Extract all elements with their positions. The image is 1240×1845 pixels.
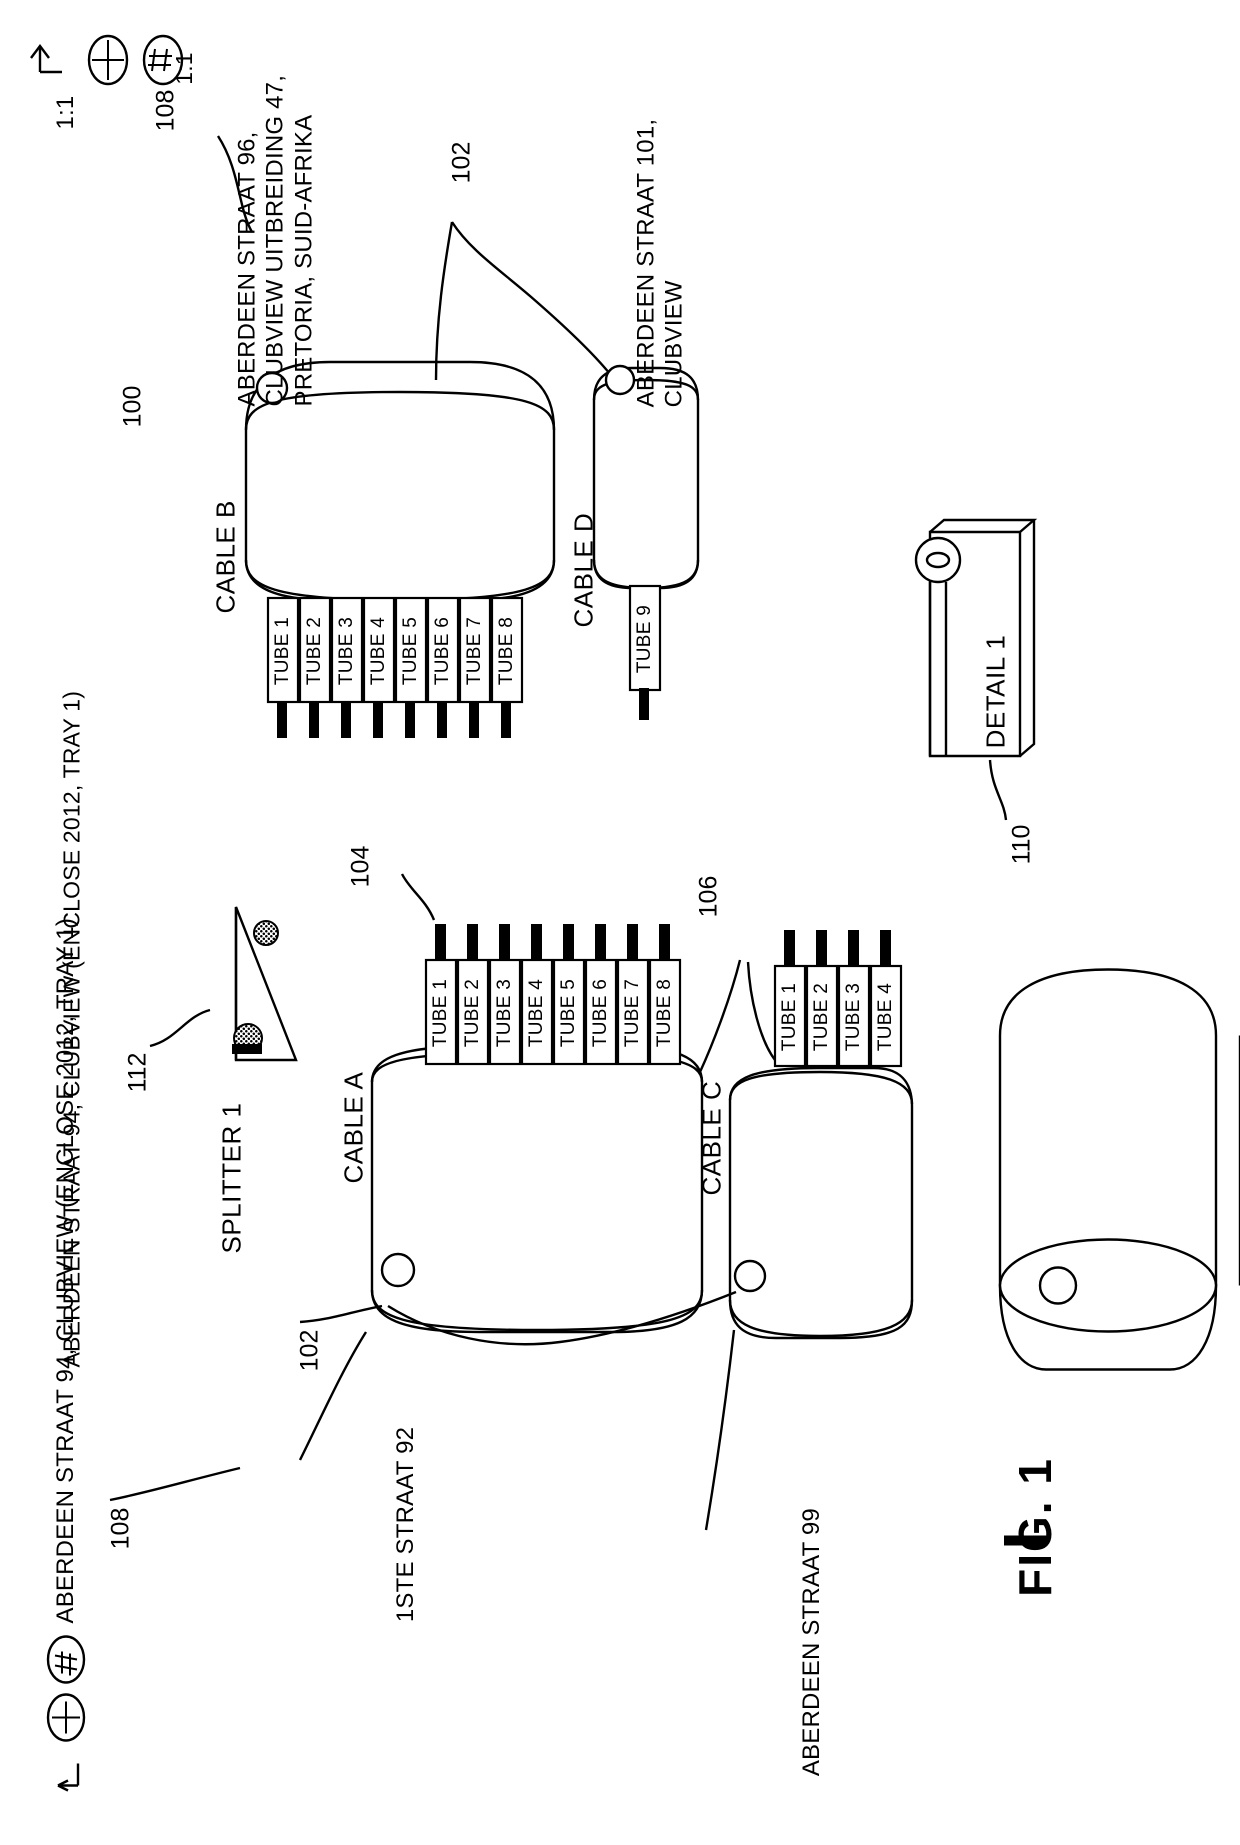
tube-label: TUBE 3 (843, 982, 864, 1052)
icon-cluster (30, 34, 184, 86)
cable-c-drum (728, 1066, 914, 1340)
cable-c-label: CABLE C (696, 1080, 727, 1196)
ref-108-top: 108 (151, 89, 180, 132)
fiber-102-top (434, 221, 454, 381)
tube-label: TUBE 2 (811, 982, 832, 1052)
ref-102-top: 102 (447, 141, 476, 184)
tube-label: TUBE 1 (779, 982, 800, 1052)
leader-106-right (698, 959, 742, 1073)
tube-label: TUBE 4 (875, 982, 896, 1052)
tube-label: TUBE 2 (462, 978, 483, 1048)
ref-106: 106 (694, 875, 723, 918)
ref-112: 112 (123, 1052, 152, 1093)
leader-104 (400, 873, 436, 921)
cable-a-address: 1STE STRAAT 92 (391, 1426, 419, 1623)
cable-c-address: ABERDEEN STRAAT 99 (797, 1508, 825, 1777)
leader-106-left (746, 961, 776, 1061)
leader-aberdeen-99 (704, 1329, 736, 1531)
fiber-102-bottom-leader (299, 1304, 383, 1324)
ref-102-bottom: 102 (295, 1329, 324, 1372)
crosshair-icon (87, 34, 129, 86)
patent-drawing-sheet: ABERDEEN STRAAT 94, CLUBVIEW (ENCLOSE 20… (0, 0, 1240, 1845)
splitter-1-label: SPLITTER 1 (216, 1102, 247, 1254)
detail-1-label: DETAIL 1 (980, 634, 1011, 749)
tube-label: TUBE 3 (494, 978, 515, 1048)
tube-label: TUBE 4 (368, 616, 389, 686)
tube-label: TUBE 5 (558, 978, 579, 1048)
tube-label: TUBE 8 (654, 978, 675, 1048)
tube-label: TUBE 8 (496, 616, 517, 686)
cable-b-label: CABLE B (210, 500, 241, 614)
leader-110 (988, 759, 1008, 821)
fiber-102-bottom (387, 1290, 737, 1346)
tube-label: TUBE 1 (430, 978, 451, 1048)
cable-a-drum (370, 1044, 704, 1334)
ref-100: 100 (118, 385, 147, 428)
tube-label: TUBE 1 (272, 616, 293, 686)
detail-1-box (914, 518, 1038, 758)
cable-d-address: ABERDEEN STRAAT 101, CLUBVIEW (632, 118, 688, 408)
tube-label: TUBE 7 (622, 978, 643, 1048)
ref-108-bottom: 108 (106, 1507, 135, 1550)
scale-label: 1:1 (170, 52, 197, 85)
tube-label: TUBE 2 (304, 616, 325, 686)
leader-112 (149, 1008, 211, 1048)
cable-d-label: CABLE D (568, 512, 599, 628)
north-arrow-icon (30, 44, 62, 74)
tube-label: TUBE 5 (400, 616, 421, 686)
splitter-1-symbol (232, 906, 298, 1062)
leader-108-bottom (109, 1466, 241, 1502)
tube-label: TUBE 3 (336, 616, 357, 686)
cable-b-address: ABERDEEN STRAAT 96, CLUBVIEW UITBREIDING… (233, 74, 318, 407)
ref-104: 104 (346, 845, 375, 888)
tube-label: TUBE 7 (464, 616, 485, 686)
figure-label: FIG. 1 (1009, 1457, 1061, 1597)
tube-label: TUBE 6 (432, 616, 453, 686)
tube-label: TUBE 9 (634, 604, 655, 674)
ref-110: 110 (1007, 824, 1036, 865)
tube-label: TUBE 6 (590, 978, 611, 1048)
cable-a-label: CABLE A (338, 1071, 369, 1184)
sheet-title: ABERDEEN STRAAT 94, CLUBVIEW (ENCLOSE 20… (58, 690, 85, 1368)
fiber-102-top-branch (450, 221, 611, 375)
tube-label: TUBE 4 (526, 978, 547, 1048)
